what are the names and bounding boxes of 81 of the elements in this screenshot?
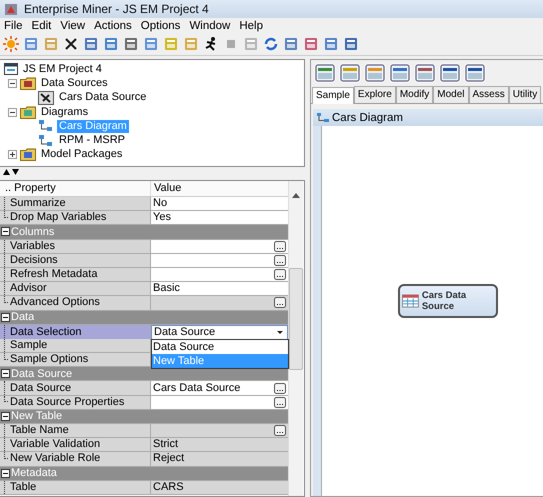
group-label: Columns — [11, 226, 54, 238]
tree-item[interactable]: Model Packages — [39, 148, 124, 162]
expander-icon[interactable] — [8, 108, 17, 117]
group-label: Data — [11, 311, 34, 324]
collapse-icon[interactable] — [1, 369, 10, 378]
dropdown-option[interactable]: Data Source — [152, 340, 288, 354]
property-name: Decisions — [0, 254, 150, 267]
tab[interactable]: Utility — [508, 86, 542, 103]
property-value[interactable]: CARS — [150, 480, 288, 494]
menu-item[interactable]: File — [3, 20, 24, 32]
value-cell[interactable] — [150, 396, 288, 409]
window-title: Enterprise Miner - JS EM Project 4 — [24, 2, 209, 16]
property-name: Refresh Metadata — [0, 268, 150, 282]
tree-item[interactable]: Data Sources — [39, 76, 110, 90]
tab[interactable]: Model — [433, 86, 469, 103]
value-cell[interactable] — [150, 424, 288, 438]
menu-item[interactable]: Help — [238, 20, 264, 32]
project-icon — [4, 63, 18, 76]
ellipsis-icon[interactable] — [274, 254, 286, 266]
property-name: Variable Validation — [0, 438, 150, 452]
refresh-icon[interactable] — [263, 36, 279, 52]
column-header[interactable]: .. Property — [0, 181, 150, 196]
property-name: Summarize — [0, 197, 150, 210]
value-cell[interactable] — [150, 254, 288, 267]
scrollbar[interactable] — [288, 181, 303, 496]
property-name: Drop Map Variables — [0, 211, 150, 224]
tree-item[interactable]: JS EM Project 4 — [21, 62, 104, 76]
diagram-title: Cars Diagram — [332, 112, 403, 124]
property-value[interactable]: Reject — [150, 452, 288, 466]
tree-item[interactable]: Diagrams — [39, 106, 90, 119]
property-name: Table — [0, 480, 150, 494]
ellipsis-icon[interactable] — [274, 382, 286, 394]
ellipsis-icon[interactable] — [274, 240, 286, 252]
tab[interactable]: Modify — [396, 86, 434, 103]
property-value[interactable]: Strict — [150, 438, 288, 452]
property-name: Variables — [0, 240, 150, 253]
tab[interactable]: Explore — [354, 86, 396, 103]
value-cell[interactable] — [150, 240, 288, 253]
property-value[interactable]: Cars Data Source — [150, 381, 288, 395]
data-source-icon — [38, 90, 54, 105]
expander-icon[interactable] — [8, 150, 17, 160]
ellipsis-icon[interactable] — [274, 297, 286, 308]
diagram-node[interactable]: Cars Data Source — [398, 284, 498, 318]
tree-item[interactable]: Cars Data Source — [57, 91, 148, 104]
property-name: Table Name — [0, 424, 150, 438]
dropdown[interactable]: Data Source — [151, 324, 288, 340]
menu-item[interactable]: Window — [188, 20, 232, 32]
property-name: Advisor — [0, 282, 150, 296]
property-name: Data Source Properties — [0, 396, 150, 409]
property-name: Advanced Options — [0, 296, 150, 310]
menu-item[interactable]: Edit — [30, 20, 52, 32]
collapse-icon[interactable] — [1, 227, 10, 236]
value-cell[interactable] — [150, 268, 288, 282]
sun-icon[interactable] — [3, 36, 19, 52]
group-label: Metadata — [11, 467, 57, 480]
tree-item[interactable]: RPM - MSRP — [57, 134, 127, 148]
menu-item[interactable]: Options — [140, 20, 182, 32]
collapse-arrows-icon[interactable] — [3, 169, 19, 175]
property-name: Sample — [0, 338, 150, 352]
property-name: Data Source — [0, 381, 150, 395]
ellipsis-icon[interactable] — [274, 425, 286, 436]
group-label: New Table — [11, 410, 62, 422]
collapse-icon[interactable] — [1, 412, 10, 421]
collapse-icon[interactable] — [1, 468, 10, 478]
property-name: New Variable Role — [0, 452, 150, 466]
collapse-icon[interactable] — [1, 312, 10, 322]
ellipsis-icon[interactable] — [274, 269, 286, 280]
ellipsis-icon[interactable] — [274, 396, 286, 408]
scroll-up-icon[interactable] — [292, 193, 300, 198]
menu-item[interactable]: Actions — [93, 20, 133, 32]
tab[interactable]: Assess — [468, 86, 509, 103]
scroll-thumb[interactable] — [289, 268, 303, 370]
expander-icon[interactable] — [8, 78, 17, 88]
group-label: Data Source — [11, 368, 72, 380]
app-icon — [4, 2, 18, 16]
menu-item[interactable]: View — [59, 20, 86, 32]
property-name: Sample Options — [0, 353, 150, 366]
tab[interactable]: Sample — [312, 87, 354, 104]
delete-icon[interactable] — [63, 36, 79, 52]
property-name: Data Selection — [0, 324, 150, 340]
value-cell[interactable] — [150, 296, 288, 310]
